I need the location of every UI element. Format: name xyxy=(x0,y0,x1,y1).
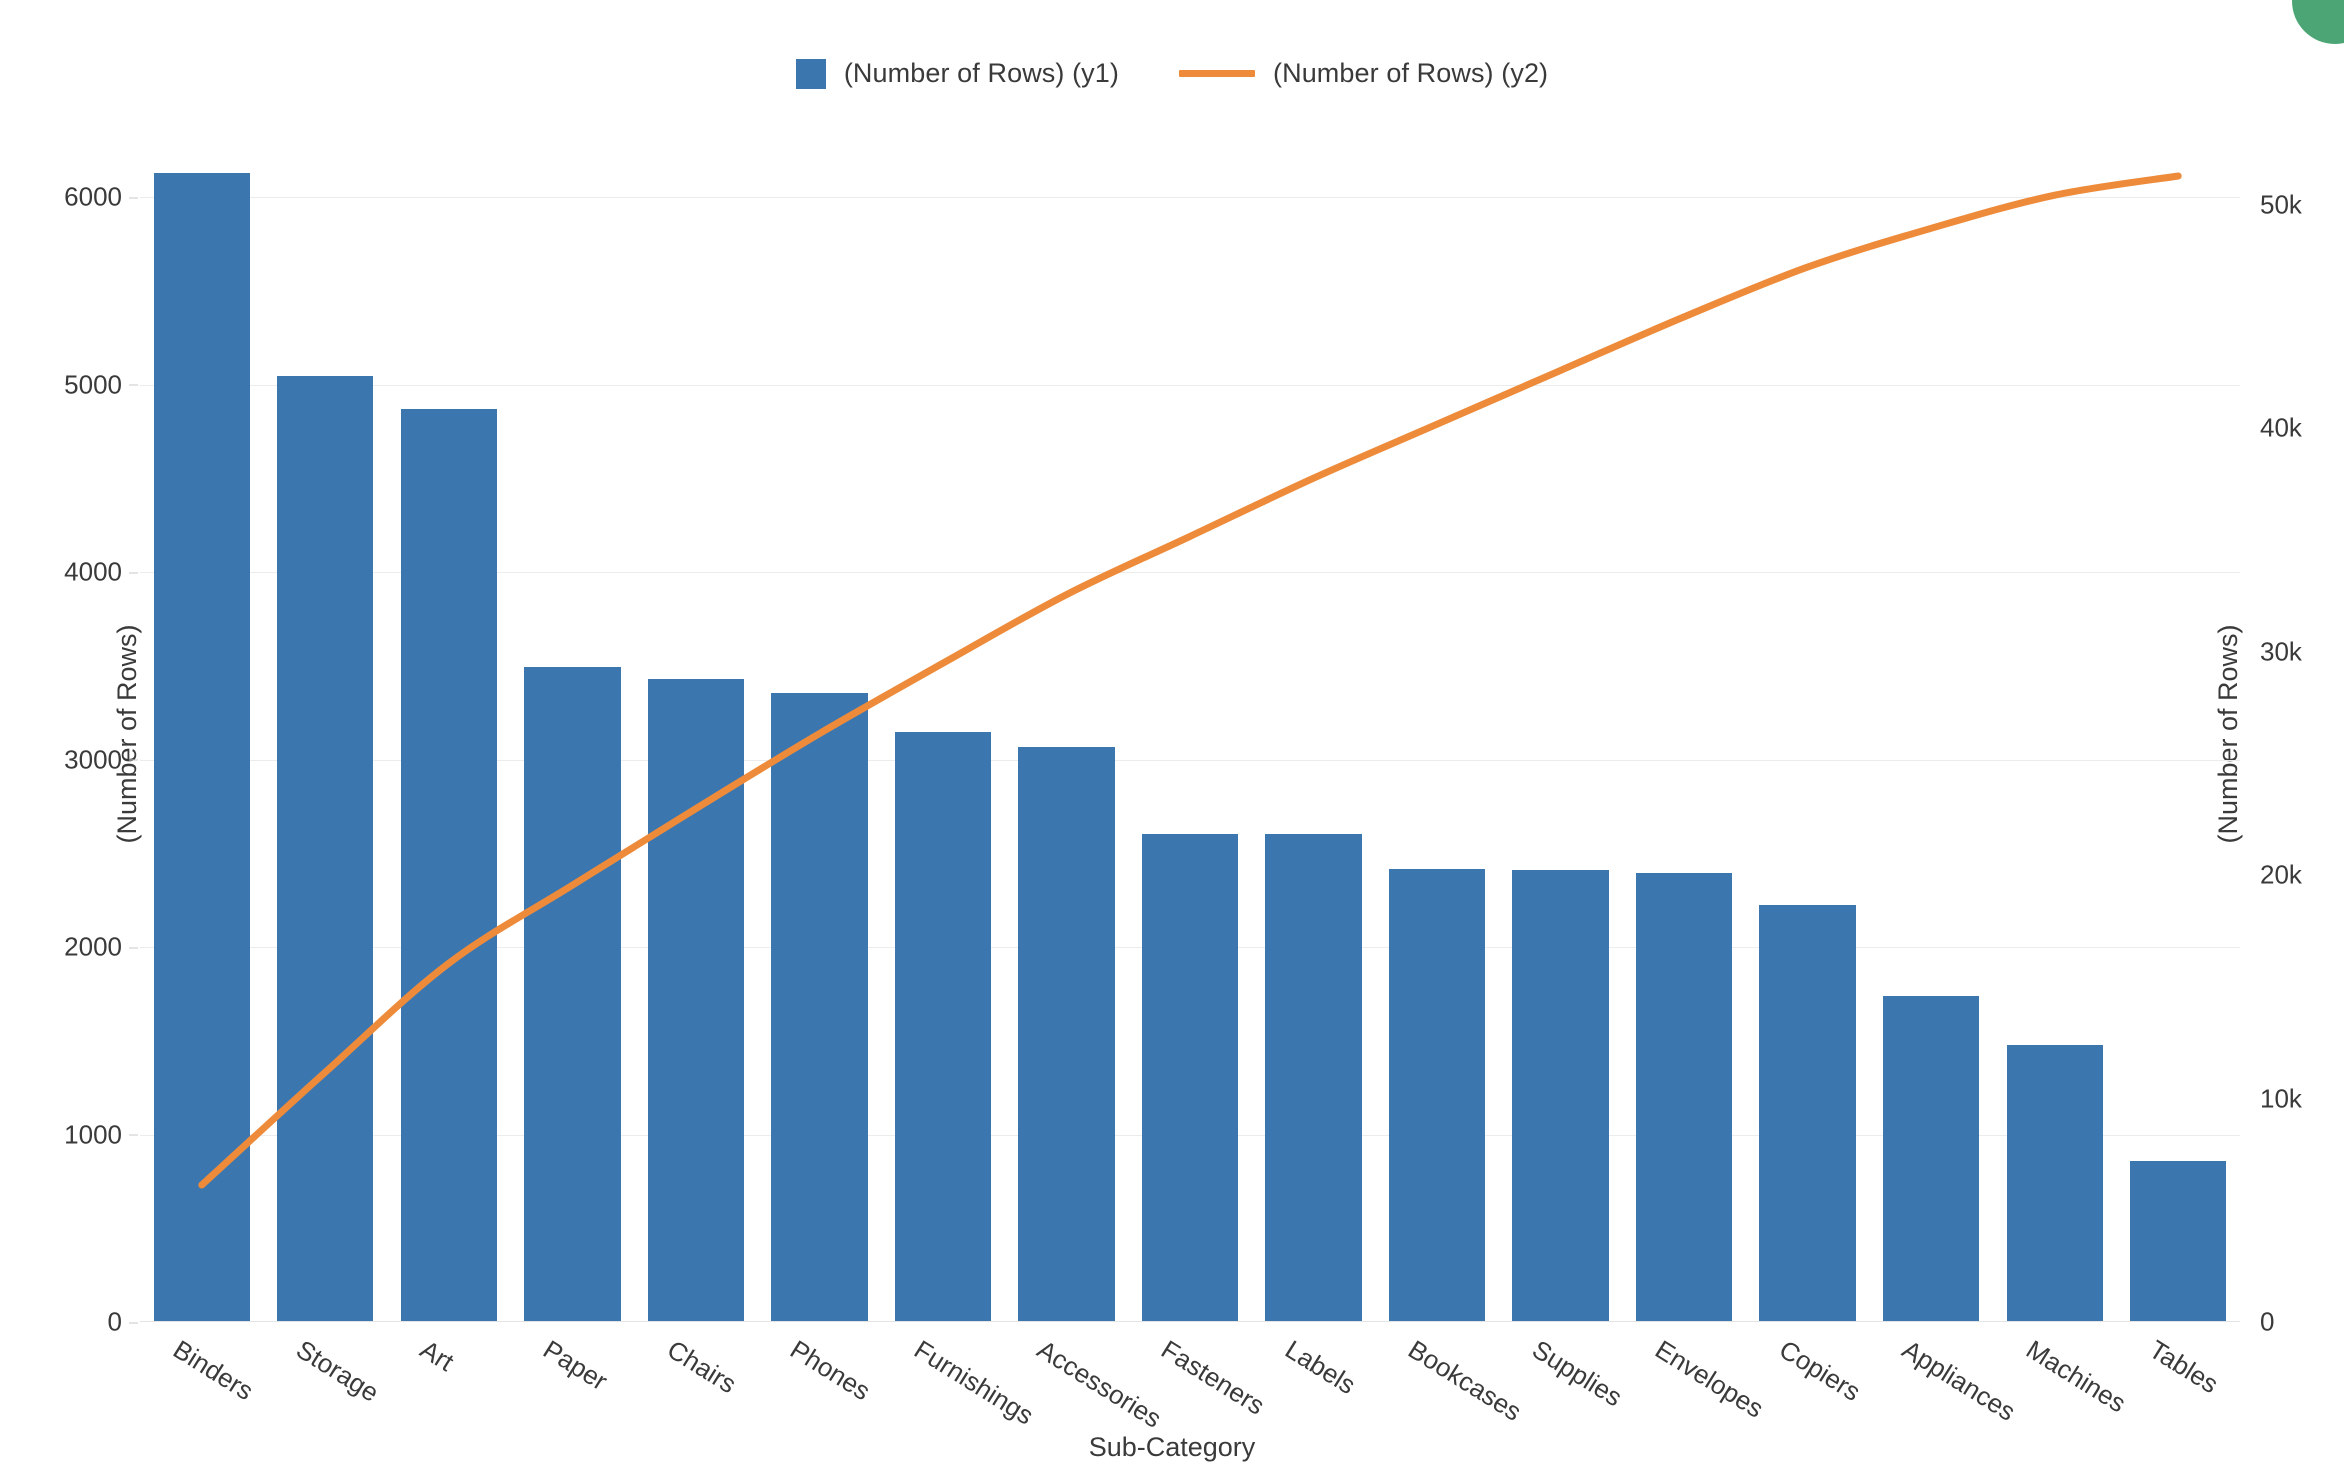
plot-area: 0 1000 2000 3000 4000 5000 6000 0 10k 20k 30k 40k 5… xyxy=(64,160,2302,1337)
chart-legend: (Number of Rows) (y1) (Number of Rows) (… xyxy=(0,58,2344,89)
x-axis-tick-label: Phones xyxy=(785,1334,877,1407)
x-axis-tick-label: Paper xyxy=(538,1334,614,1397)
x-axis-tick-label: Labels xyxy=(1279,1334,1361,1401)
x-axis-tick-label: Accessories xyxy=(1032,1334,1168,1434)
x-axis-baseline xyxy=(140,1321,2240,1322)
y-axis-left-tick-label: 1000 xyxy=(64,1119,138,1150)
corner-badge-icon xyxy=(2292,0,2344,44)
y-axis-right-tick-label: 50k xyxy=(2260,189,2302,220)
y-axis-left-title: (Number of Rows) xyxy=(112,624,143,844)
x-axis-tick-label: Fasteners xyxy=(1156,1334,1271,1421)
x-axis-tick-label: Storage xyxy=(291,1334,385,1408)
bar[interactable] xyxy=(1512,870,1609,1322)
y-axis-right-tick-label: 0 xyxy=(2260,1306,2275,1337)
y-axis-left-tick-label: 4000 xyxy=(64,557,138,588)
x-axis-tick-label: Chairs xyxy=(661,1334,742,1400)
y-axis-right-tick-label: 30k xyxy=(2260,636,2302,667)
bar[interactable] xyxy=(894,731,992,1322)
bar[interactable] xyxy=(400,409,497,1322)
bar[interactable] xyxy=(1018,746,1115,1322)
bar[interactable] xyxy=(771,693,868,1322)
bar[interactable] xyxy=(1759,905,1856,1322)
legend-item-line-series[interactable]: (Number of Rows) (y2) xyxy=(1179,58,1548,89)
legend-label-line-series: (Number of Rows) (y2) xyxy=(1273,58,1549,88)
chart-container: (Number of Rows) (y1) (Number of Rows) (… xyxy=(0,0,2344,1468)
bar[interactable] xyxy=(1388,869,1486,1322)
y-axis-left-tick-label: 3000 xyxy=(64,744,138,775)
gridline xyxy=(140,384,2240,386)
legend-swatch-bar-icon xyxy=(795,58,826,89)
x-axis-tick-label: Envelopes xyxy=(1650,1334,1770,1424)
legend-swatch-line-icon xyxy=(1179,70,1255,77)
x-axis-tick-label: Art xyxy=(414,1334,459,1378)
x-axis-tick-label: Supplies xyxy=(1526,1334,1628,1413)
bar[interactable] xyxy=(524,666,621,1322)
y-axis-right-tick-label: 10k xyxy=(2260,1083,2302,1114)
bar[interactable] xyxy=(277,375,374,1322)
bar[interactable] xyxy=(2006,1044,2103,1322)
x-axis-title: Sub-Category xyxy=(1088,1432,1256,1462)
bar[interactable] xyxy=(1141,833,1239,1322)
y-axis-right-tick-label: 40k xyxy=(2260,412,2302,443)
bar[interactable] xyxy=(1635,873,1733,1322)
x-axis-tick-label: Binders xyxy=(167,1334,259,1407)
x-axis-tick-label: Copiers xyxy=(1773,1334,1866,1407)
legend-label-bar-series: (Number of Rows) (y1) xyxy=(843,58,1119,88)
y-axis-left-tick-label: 2000 xyxy=(64,932,138,963)
y-axis-right-tick-label: 20k xyxy=(2260,859,2302,890)
gridline xyxy=(140,197,2240,199)
x-axis-tick-label: Bookcases xyxy=(1403,1334,1527,1427)
bar[interactable] xyxy=(153,173,250,1322)
y-axis-left-tick-label: 5000 xyxy=(64,369,138,400)
x-axis-tick-label: Furnishings xyxy=(909,1334,1039,1431)
bar[interactable] xyxy=(2130,1160,2227,1322)
bar[interactable] xyxy=(647,679,745,1322)
x-axis-tick-label: Tables xyxy=(2144,1334,2224,1400)
legend-item-bar-series[interactable]: (Number of Rows) (y1) xyxy=(795,58,1119,89)
bar[interactable] xyxy=(1265,833,1362,1322)
y-axis-left-tick-label: 6000 xyxy=(64,182,138,213)
y-axis-left-tick-label: 0 xyxy=(108,1307,139,1338)
x-axis-tick-label: Appliances xyxy=(1897,1334,2022,1427)
x-axis-tick-label: Machines xyxy=(2020,1334,2132,1419)
bar[interactable] xyxy=(1883,995,1980,1322)
